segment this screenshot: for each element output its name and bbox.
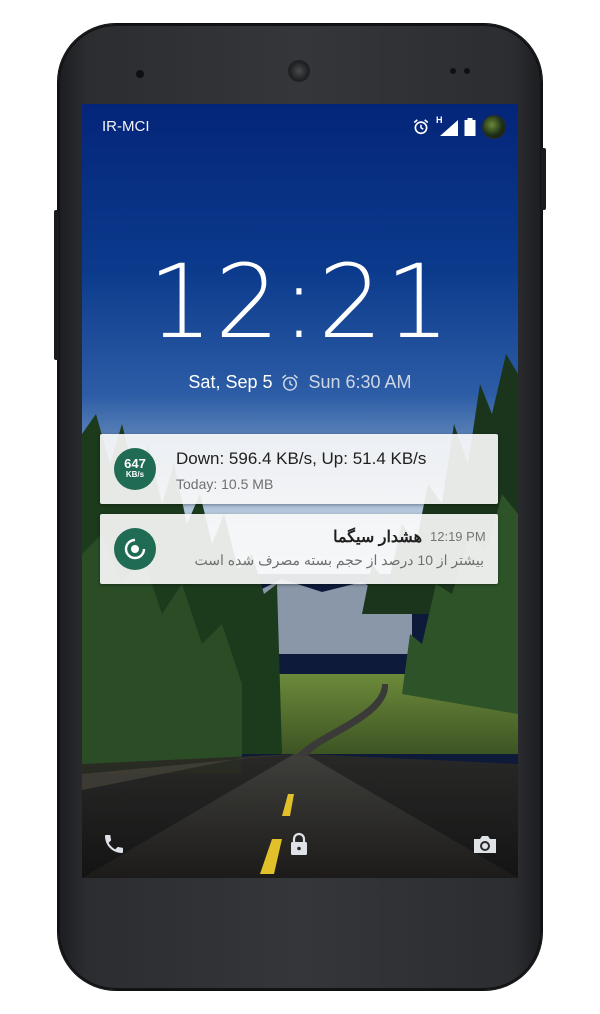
alarm-clock-icon — [282, 374, 299, 391]
date-label: Sat, Sep 5 — [188, 372, 273, 392]
signal-icon: H — [436, 115, 458, 136]
status-bar: IR-MCI H — [82, 104, 518, 152]
power-button — [54, 210, 59, 360]
speed-icon-unit: KB/s — [125, 470, 145, 479]
proximity-sensor — [464, 68, 470, 74]
volume-button — [541, 148, 546, 210]
lockscreen-shortcuts — [82, 808, 518, 878]
earpiece-speaker — [288, 60, 310, 82]
notification-sigma[interactable]: هشدار سیگما 12:19 PM بیشتر از 10 درصد از… — [100, 514, 498, 584]
sigma-app-icon — [114, 528, 156, 570]
carrier-label: IR-MCI — [102, 118, 150, 135]
speed-meter-icon: 647 KB/s — [114, 448, 156, 490]
next-alarm-label: Sun 6:30 AM — [308, 372, 412, 392]
avatar[interactable] — [482, 115, 506, 139]
alarm-icon — [413, 119, 429, 135]
lock-screen: IR-MCI H 12:21 Sat, Sep 5 Sun 6:30 AM 64… — [82, 104, 518, 878]
date-alarm-row: Sat, Sep 5 Sun 6:30 AM — [82, 372, 518, 393]
notification-text: Today: 10.5 MB — [176, 476, 274, 492]
notification-time: 12:19 PM — [430, 529, 486, 544]
speed-icon-value: 647 — [124, 456, 146, 471]
notification-title: هشدار سیگما — [333, 529, 422, 546]
phone-icon[interactable] — [102, 832, 126, 856]
front-camera — [450, 68, 456, 74]
battery-icon — [464, 118, 476, 136]
lock-icon[interactable] — [288, 832, 310, 856]
camera-icon[interactable] — [472, 832, 498, 856]
lockscreen-clock: 12:21 — [148, 243, 452, 362]
sensor-dot — [136, 70, 144, 78]
notification-speed[interactable]: 647 KB/s Down: 596.4 KB/s, Up: 51.4 KB/s… — [100, 434, 498, 504]
wallpaper-landscape — [82, 354, 518, 878]
notification-title: Down: 596.4 KB/s, Up: 51.4 KB/s — [176, 449, 427, 468]
notification-text: بیشتر از 10 درصد از حجم بسته مصرف شده اس… — [194, 552, 484, 568]
